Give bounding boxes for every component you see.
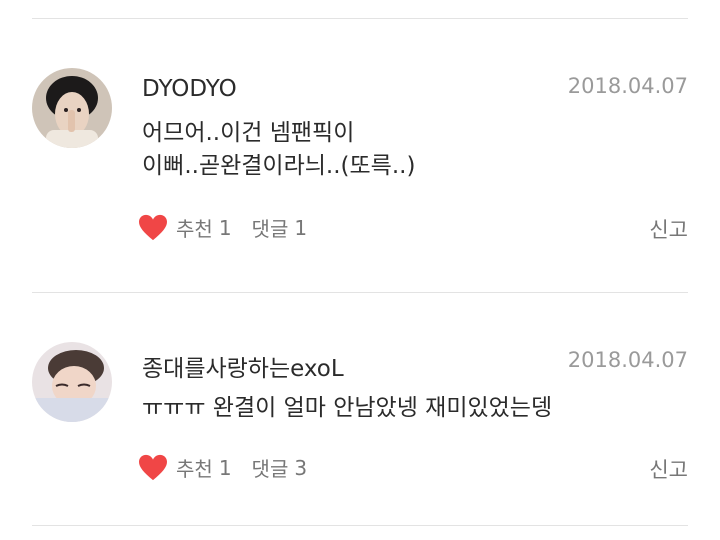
comment-body: ㅠㅠㅠ 완결이 얼마 안남았넹 재미있었는뎅: [142, 392, 552, 425]
comment-date: 2018.04.07: [567, 348, 688, 372]
heart-icon[interactable]: [138, 454, 168, 482]
comment-actions: 추천 1 댓글 3: [138, 453, 307, 482]
comment-actions: 추천 1 댓글 1: [138, 213, 307, 242]
bottom-divider: [32, 525, 688, 526]
comment-author[interactable]: DYODYO: [142, 76, 237, 102]
comment-line: 어므어..이건 넴팬픽이: [142, 120, 355, 146]
heart-icon[interactable]: [138, 214, 168, 242]
reply-label[interactable]: 댓글: [252, 213, 289, 242]
comment-body: 어므어..이건 넴팬픽이 이뻐..곧완결이라늬..(또륵..): [142, 117, 415, 183]
heart-shape: [139, 454, 167, 480]
like-label[interactable]: 추천: [176, 213, 213, 242]
comment-line: ㅠㅠㅠ 완결이 얼마 안남았넹 재미있었는뎅: [142, 395, 553, 421]
top-divider: [32, 18, 688, 19]
report-button[interactable]: 신고: [649, 214, 688, 244]
avatar[interactable]: [32, 68, 112, 148]
reply-label[interactable]: 댓글: [252, 453, 289, 482]
avatar[interactable]: [32, 342, 112, 422]
comment-divider: [32, 292, 688, 293]
like-count: 1: [218, 215, 232, 240]
comment-line: 이뻐..곧완결이라늬..(또륵..): [142, 153, 416, 179]
like-label[interactable]: 추천: [176, 453, 213, 482]
heart-shape: [139, 214, 167, 240]
reply-count: 1: [294, 215, 308, 240]
comment-date: 2018.04.07: [567, 74, 688, 98]
like-count: 1: [218, 455, 232, 480]
comment-author[interactable]: 종대를사랑하는exoL: [142, 349, 344, 383]
reply-count: 3: [294, 455, 308, 480]
report-button[interactable]: 신고: [649, 454, 688, 484]
